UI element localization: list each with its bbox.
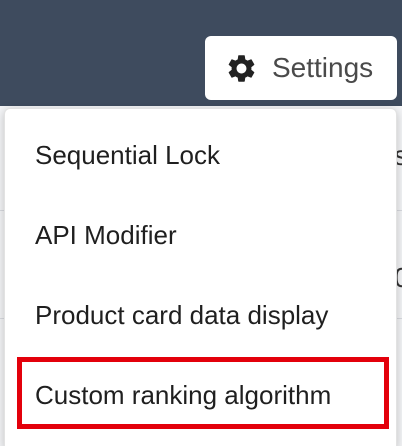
menu-item-label: Custom ranking algorithm bbox=[35, 379, 332, 410]
settings-button[interactable]: Settings bbox=[205, 36, 397, 100]
menu-item-label: API Modifier bbox=[35, 219, 177, 250]
settings-button-label: Settings bbox=[272, 52, 374, 83]
settings-dropdown-menu: Sequential Lock API Modifier Product car… bbox=[4, 108, 397, 446]
menu-item-custom-ranking-algorithm[interactable]: Custom ranking algorithm bbox=[5, 367, 396, 423]
gear-icon bbox=[228, 54, 255, 82]
page: s 0 Settings Sequential Lock API Modifie… bbox=[0, 0, 402, 446]
menu-item-product-card-data-display[interactable]: Product card data display bbox=[5, 287, 396, 343]
menu-item-sequential-lock[interactable]: Sequential Lock bbox=[5, 127, 396, 183]
menu-item-label: Product card data display bbox=[35, 299, 329, 330]
menu-item-api-modifier[interactable]: API Modifier bbox=[5, 207, 396, 263]
menu-item-label: Sequential Lock bbox=[35, 139, 221, 170]
